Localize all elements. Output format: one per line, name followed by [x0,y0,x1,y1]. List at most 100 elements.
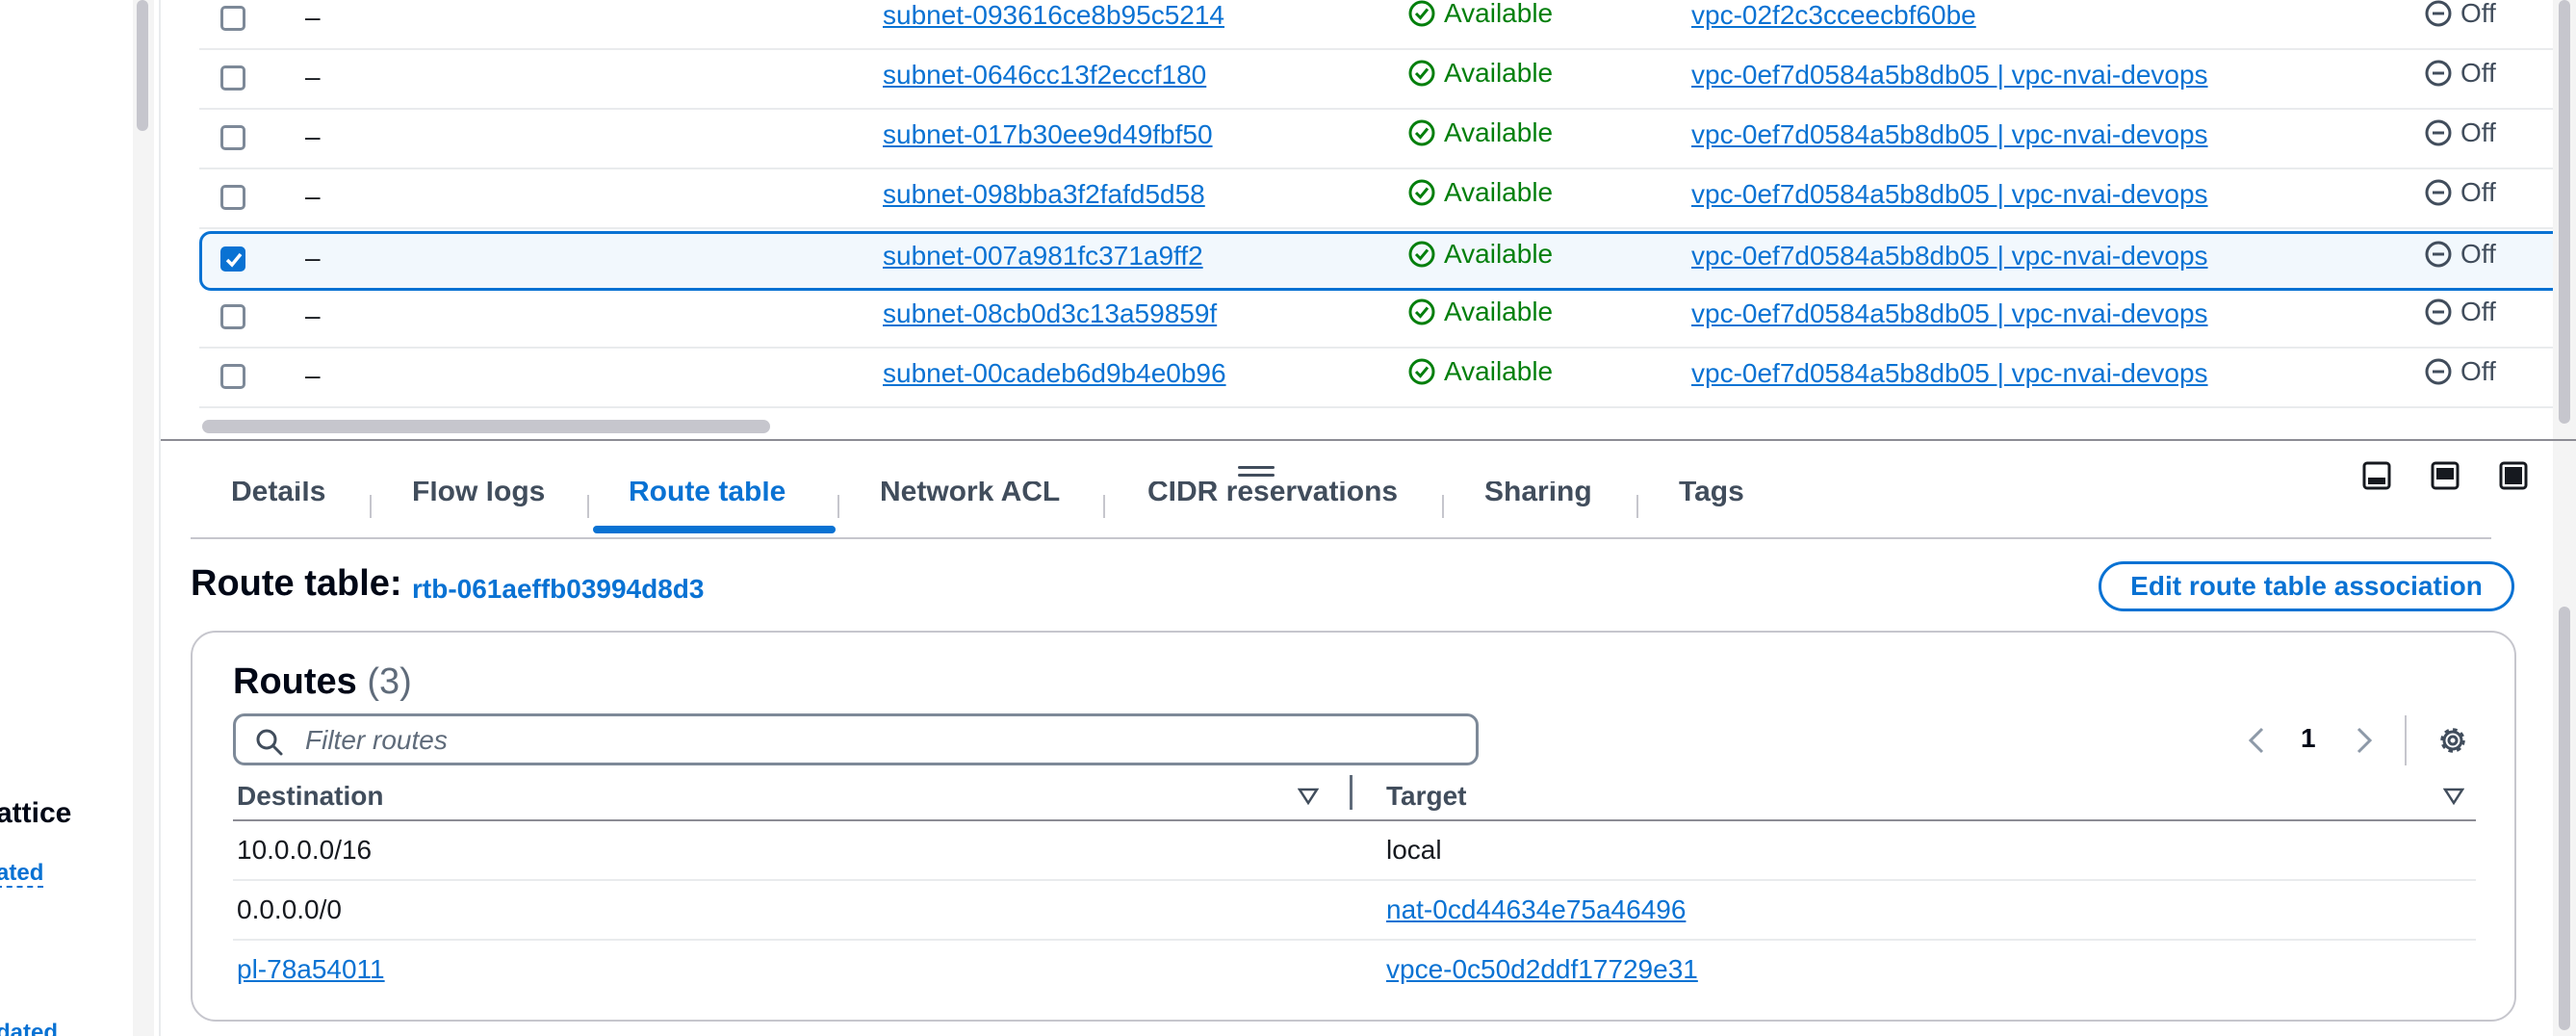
vpc-link[interactable]: vpc-0ef7d0584a5b8db05 | vpc-nvai-devops [1691,241,2208,272]
tab-sharing[interactable]: Sharing [1484,481,1592,508]
subnet-state-label: Available [1444,239,1554,269]
route-table-id-link[interactable]: rtb-061aeffb03994d8d3 [412,574,704,605]
panel-scrollbar-thumb[interactable] [2559,607,2570,1030]
table-row[interactable]: – subnet-00cadeb6d9b4e0b96 Available vpc-0e… [199,349,2576,408]
pager-separator [2405,715,2407,765]
vpc-link[interactable]: vpc-0ef7d0584a5b8db05 | vpc-nvai-devops [1691,358,2208,389]
vpc-link[interactable]: vpc-0ef7d0584a5b8db05 | vpc-nvai-devops [1691,179,2208,210]
row-checkbox[interactable] [220,65,245,91]
nav-link-updated-2[interactable]: dated [0,1021,58,1036]
column-header-target[interactable]: Target [1386,781,1467,812]
tab-cidr-reservations[interactable]: CIDR reservations [1147,481,1398,508]
column-header-destination[interactable]: Destination [237,781,383,812]
caret-down-icon[interactable] [2443,787,2464,806]
vpc-link[interactable]: vpc-02f2c3cceecbf60be [1691,0,1976,31]
row-checkbox[interactable] [220,246,245,272]
row-checkbox[interactable] [220,364,245,389]
route-target: local [1386,835,1442,865]
auto-assign-status: Off [2424,297,2496,327]
vpc-link[interactable]: vpc-0ef7d0584a5b8db05 | vpc-nvai-devops [1691,298,2208,329]
subnet-state: Available [1407,58,1553,89]
table-row[interactable]: – subnet-098bba3f2fafd5d58 Available vpc-0e… [199,169,2576,229]
subnet-state: Available [1407,239,1553,270]
nav-scrollbar-thumb[interactable] [137,0,148,131]
chevron-right-icon[interactable] [2353,725,2376,756]
row-checkbox[interactable] [220,125,245,150]
tab-flow-logs[interactable]: Flow logs [412,481,545,508]
row-checkbox[interactable] [220,6,245,31]
column-resizer[interactable] [1350,775,1352,810]
tab-tags[interactable]: Tags [1679,481,1744,508]
vpc-link[interactable]: vpc-0ef7d0584a5b8db05 | vpc-nvai-devops [1691,119,2208,150]
subnet-state-label: Available [1444,58,1554,88]
route-row: pl-78a54011 vpce-0c50d2ddf17729e31 [233,941,2476,1000]
auto-assign-label: Off [2460,297,2496,326]
filter-routes-field[interactable] [233,713,1479,765]
route-destination[interactable]: pl-78a54011 [237,954,385,985]
subnet-id-link[interactable]: subnet-098bba3f2fafd5d58 [883,179,1205,210]
minus-circle-icon [2425,179,2452,206]
table-row[interactable]: – subnet-007a981fc371a9ff2 Available vpc-0e… [199,231,2576,291]
auto-assign-label: Off [2460,356,2496,386]
subnet-state-label: Available [1444,0,1554,28]
nav-scrollbar[interactable] [133,0,154,1036]
row-checkbox[interactable] [220,185,245,210]
table-row[interactable]: – subnet-08cb0d3c13a59859f Available vpc-0e… [199,289,2576,349]
subnet-id-link[interactable]: subnet-017b30ee9d49fbf50 [883,119,1213,150]
subnet-name: – [305,360,321,390]
tab-network-acl[interactable]: Network ACL [880,481,1060,508]
subnet-state: Available [1407,297,1553,327]
subnet-name: – [305,121,321,151]
table-horizontal-scrollbar[interactable] [202,420,770,433]
route-table-heading: Route table: [191,563,402,604]
route-row: 0.0.0.0/0 nat-0cd44634e75a46496 [233,881,2476,941]
auto-assign-label: Off [2460,239,2496,269]
subnet-id-link[interactable]: subnet-007a981fc371a9ff2 [883,241,1203,272]
page-vertical-scrollbar[interactable] [2553,0,2576,1036]
tab-details[interactable]: Details [231,481,325,508]
subnet-state: Available [1407,177,1553,208]
split-panel-divider [161,439,2576,441]
subnet-name: – [305,181,321,211]
table-row[interactable]: – subnet-0646cc13f2eccf180 Available vpc-0e… [199,50,2576,110]
tab-separator [1442,495,1444,518]
vpc-link[interactable]: vpc-0ef7d0584a5b8db05 | vpc-nvai-devops [1691,60,2208,91]
subnet-state: Available [1407,356,1553,387]
auto-assign-status: Off [2424,177,2496,208]
minus-circle-icon [2425,358,2452,385]
check-circle-icon [1408,298,1435,325]
nav-link-updated[interactable]: ated [0,861,44,888]
table-row[interactable]: – subnet-017b30ee9d49fbf50 Available vpc-0e… [199,110,2576,169]
route-target[interactable]: vpce-0c50d2ddf17729e31 [1386,954,1698,985]
chevron-left-icon[interactable] [2245,725,2268,756]
subnet-id-link[interactable]: subnet-08cb0d3c13a59859f [883,298,1217,329]
subnet-state-label: Available [1444,177,1554,207]
subnet-id-link[interactable]: subnet-0646cc13f2eccf180 [883,60,1206,91]
subnet-id-link[interactable]: subnet-00cadeb6d9b4e0b96 [883,358,1226,389]
subnet-state: Available [1407,117,1553,148]
route-target[interactable]: nat-0cd44634e75a46496 [1386,894,1686,925]
subnet-name: – [305,62,321,91]
auto-assign-label: Off [2460,0,2496,28]
tab-route-table[interactable]: Route table [629,481,786,508]
split-panel-resize-handle[interactable] [1238,466,1275,479]
auto-assign-status: Off [2424,239,2496,270]
row-checkbox[interactable] [220,304,245,329]
edit-route-table-association-button[interactable]: Edit route table association [2099,561,2514,611]
auto-assign-label: Off [2460,58,2496,88]
check-circle-icon [1408,358,1435,385]
tab-separator [587,495,589,518]
filter-routes-input[interactable] [303,720,1443,761]
table-row[interactable]: – subnet-093616ce8b95c5214 Available vpc-02… [199,0,2576,50]
subnet-id-link[interactable]: subnet-093616ce8b95c5214 [883,0,1224,31]
caret-down-icon[interactable] [1298,787,1319,806]
route-destination: 0.0.0.0/0 [237,894,342,924]
panel-maximize-icon[interactable] [2498,460,2529,491]
nav-heading-lattice: attice [0,797,72,829]
minus-circle-icon [2425,241,2452,268]
page-scrollbar-thumb[interactable] [2559,0,2570,424]
check-circle-icon [1408,241,1435,268]
subnet-state-label: Available [1444,356,1554,386]
gear-icon[interactable] [2435,723,2470,758]
page-number[interactable]: 1 [2301,723,2316,754]
